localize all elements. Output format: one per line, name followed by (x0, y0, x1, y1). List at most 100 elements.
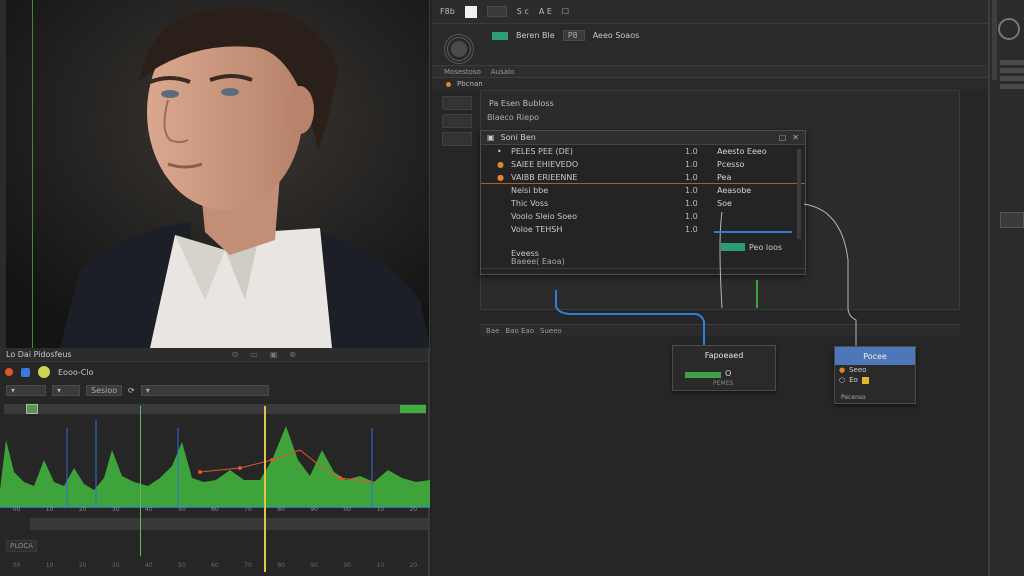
close-icon[interactable]: ✕ (792, 133, 799, 142)
view-icon[interactable]: ⊙ (232, 350, 239, 359)
scrubber-range (400, 405, 426, 413)
property-field-1[interactable]: Beren Ble (516, 31, 555, 40)
timeline-scrubber[interactable] (4, 404, 426, 414)
popup-row[interactable]: Nelsi bbe 1.0 Aeasobe (481, 184, 805, 197)
node-a-value: O (725, 369, 732, 378)
key-point[interactable] (338, 476, 342, 480)
popup-row[interactable]: Voolo Sleio Soeo 1.0 (481, 210, 805, 223)
properties-popup: ▣ Soni Ben ▢ ✕ • PELES PEE (DE) 1.0 Aees… (480, 130, 806, 275)
filter-dropdown[interactable]: ▾ (52, 384, 80, 396)
node-a[interactable]: Fapoeaed O PEMES (672, 345, 776, 391)
popup-row[interactable]: Thic Voss 1.0 Soe (481, 197, 805, 210)
timeline-title-bar: Lo Dai Pidosfeus ⊙ ▭ ▣ ⊛ (0, 348, 428, 362)
timeline-header-icons: ⊙ ▭ ▣ ⊛ (232, 350, 297, 359)
key-point[interactable] (198, 470, 202, 474)
property-field-2[interactable]: P8 (562, 30, 585, 41)
tick: 30 (111, 506, 120, 513)
tick: 90 (310, 562, 318, 569)
timeline-controls: ▾ ▾ Sesioo ⟳ ▾ (0, 382, 428, 398)
node-b-footer: Pecenso (841, 394, 866, 401)
node-b-row[interactable]: ● Seeo (835, 365, 915, 375)
socket-icon[interactable]: ● (839, 366, 845, 374)
popup-row[interactable]: Voloe TEHSH 1.0 (481, 223, 805, 236)
key-point[interactable] (270, 458, 274, 462)
side-button[interactable] (442, 114, 472, 128)
mode-dropdown[interactable]: ▾ (6, 384, 46, 396)
refresh-icon[interactable]: ⟳ (128, 386, 135, 395)
canvas-side-buttons (442, 96, 472, 256)
slot-indicator[interactable] (721, 243, 745, 251)
node-a-slider[interactable] (685, 372, 721, 378)
node-editor: F8b S c A E ☐ Beren Ble P8 Aeeo Soaos Mo… (432, 0, 988, 576)
node-b-row[interactable]: ○ Eo (835, 375, 915, 385)
key-point[interactable] (238, 466, 242, 470)
subpanel-item[interactable]: Bae (486, 327, 499, 335)
tab-1[interactable]: Mosestoso (444, 68, 481, 76)
prop-line[interactable] (1000, 68, 1024, 73)
editor-tabs: Mosestoso Ausalo (432, 66, 988, 78)
photo-viewer (0, 0, 430, 348)
secondary-playhead[interactable] (140, 406, 141, 556)
settings-icon[interactable]: ⊛ (289, 350, 296, 359)
auto-key-icon[interactable] (38, 366, 50, 378)
editor-toolbar: F8b S c A E ☐ (432, 0, 988, 24)
color-swatch-yellow[interactable] (861, 376, 869, 384)
minimize-icon[interactable]: ▢ (779, 133, 787, 142)
property-field-3[interactable]: Aeeo Soaos (593, 31, 640, 40)
property-bar: Beren Ble P8 Aeeo Soaos (432, 24, 988, 66)
outliner-header: Pbcnan (432, 78, 988, 90)
color-swatch[interactable] (464, 5, 477, 18)
prop-line[interactable] (1000, 60, 1024, 65)
tick: 00 (12, 562, 21, 569)
popup-row[interactable]: • PELES PEE (DE) 1.0 Aeesto Eeeo (481, 145, 805, 158)
keyframe-icon[interactable] (21, 367, 30, 377)
subpanel-item[interactable]: Bao Eao (505, 327, 534, 335)
bullet-icon: • (497, 147, 502, 156)
side-button[interactable] (442, 132, 472, 146)
animation-curve-graph[interactable] (0, 420, 430, 508)
toolbar-label-2: S c (516, 7, 529, 16)
checkbox-icon[interactable]: ☐ (562, 7, 569, 16)
tick: 40 (144, 506, 153, 513)
tick: 40 (144, 562, 153, 569)
tick: 90 (310, 506, 318, 513)
popup-row-selected[interactable]: ● VAIBB ERIEENNE 1.0 Pea (481, 171, 805, 184)
frame-icon[interactable]: ▭ (250, 350, 258, 359)
right-scrollbar[interactable] (992, 0, 997, 80)
node-b[interactable]: Pocee ● Seeo ○ Eo Pecenso (834, 346, 916, 404)
search-dropdown[interactable]: ▾ (140, 384, 269, 396)
popup-footnote: Baeee( Eaoa) (511, 257, 565, 266)
canvas-path: Pa Esen Bubloss (489, 99, 554, 108)
subpanel-item[interactable]: Sueeo (540, 327, 562, 335)
record-icon[interactable] (5, 368, 13, 376)
layout-icon[interactable]: ▣ (270, 350, 278, 359)
popup-row[interactable]: ● SAIEE EHIEVEDO 1.0 Pcesso (481, 158, 805, 171)
tick: 10 (45, 562, 54, 569)
timeline-ticks: 00 10 20 30 40 50 60 70 80 90 00 10 20 (0, 506, 430, 516)
tick: 00 (12, 506, 21, 513)
tab-2[interactable]: Ausalo (491, 68, 514, 76)
right-props-list (1000, 60, 1024, 92)
timeline-range-bar[interactable] (30, 518, 430, 530)
socket-icon[interactable]: ○ (839, 376, 845, 384)
orange-bullet-icon: ● (497, 160, 504, 169)
scrubber-thumb[interactable] (26, 404, 38, 414)
playhead[interactable] (264, 406, 266, 572)
prop-line[interactable] (1000, 84, 1024, 89)
channel-dropdown[interactable]: Sesioo (86, 384, 122, 396)
active-chip[interactable] (492, 31, 508, 40)
toolbar-dropdown[interactable] (486, 6, 507, 17)
right-panel-block[interactable] (1000, 212, 1024, 228)
tick: 30 (111, 562, 120, 569)
navigation-gizmo-icon[interactable] (998, 18, 1020, 40)
property-row: Beren Ble P8 Aeeo Soaos (492, 30, 639, 41)
side-button[interactable] (442, 96, 472, 110)
timeline-footer: PLOCA (6, 540, 38, 552)
prop-line[interactable] (1000, 76, 1024, 81)
dial-knob[interactable] (444, 34, 474, 64)
node-a-sub: PEMES (713, 380, 734, 387)
tick: 80 (277, 562, 285, 569)
tick: 50 (178, 506, 186, 513)
subpanel-bar: Bae Bao Eao Sueeo (480, 324, 960, 336)
popup-scrollbar[interactable] (797, 149, 801, 239)
